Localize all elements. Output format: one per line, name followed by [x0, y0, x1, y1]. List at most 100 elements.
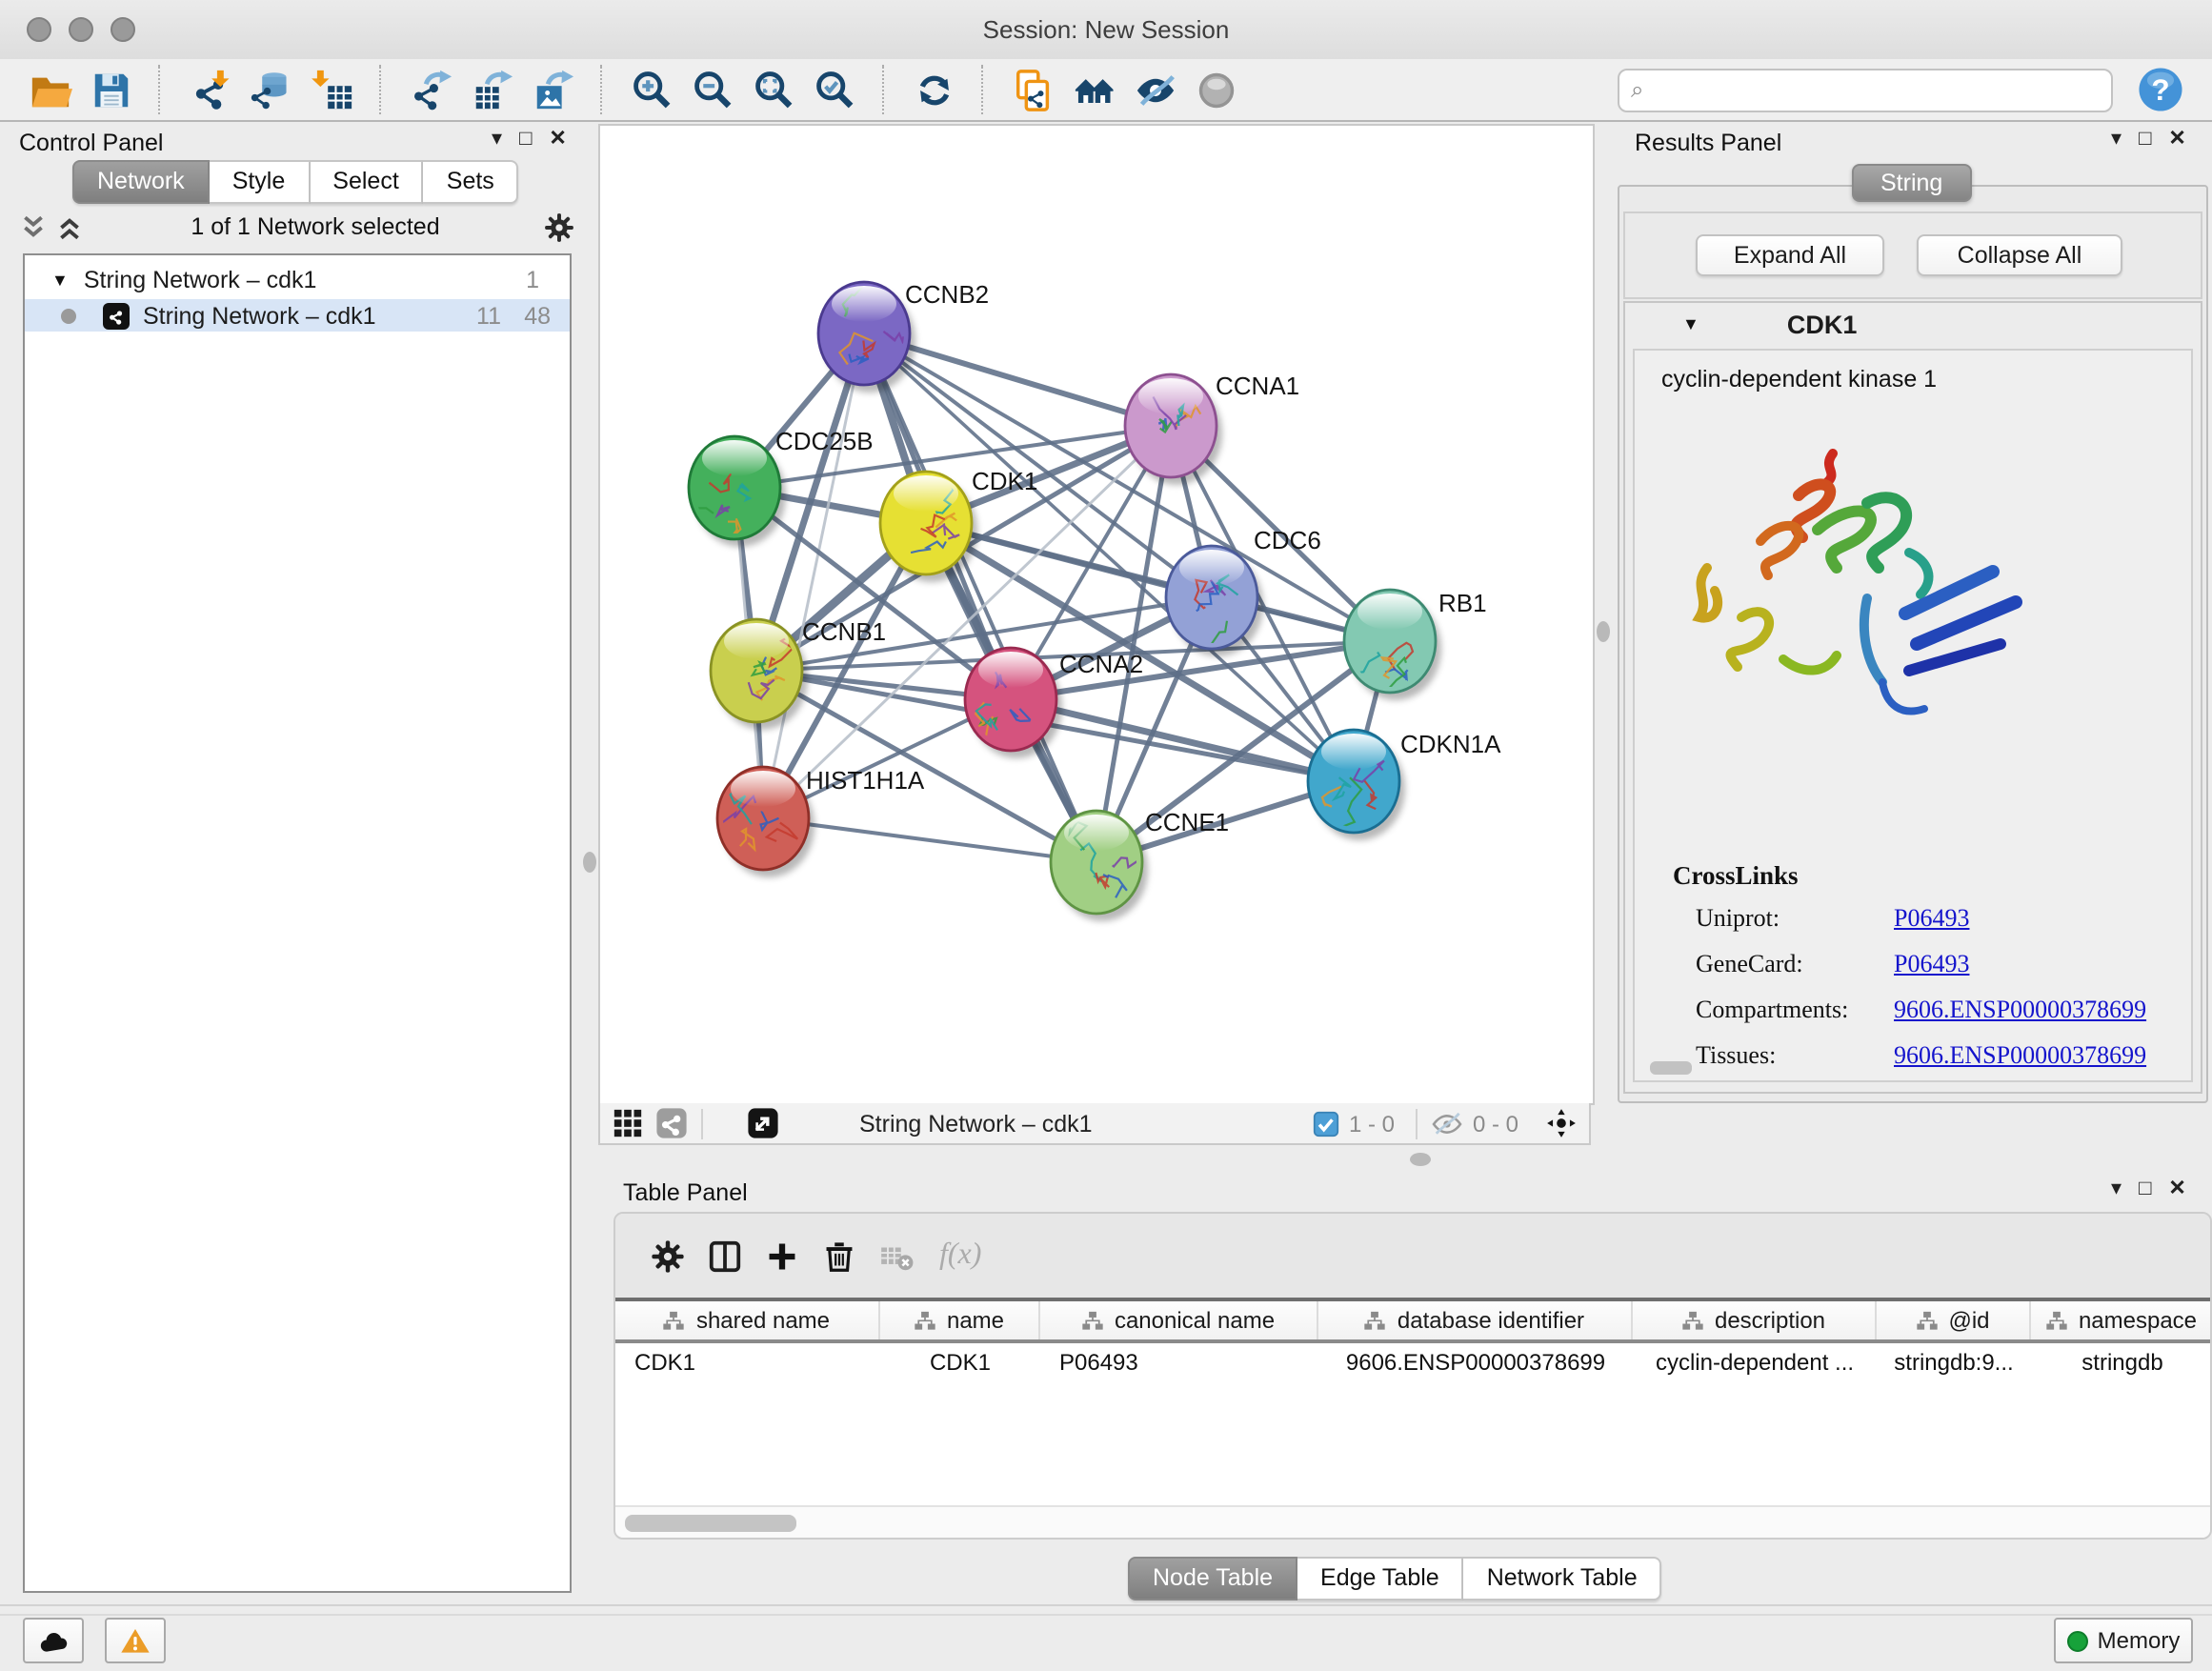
tab-network-table[interactable]: Network Table	[1464, 1557, 1662, 1601]
tab-select[interactable]: Select	[310, 160, 424, 204]
node-CDC25B[interactable]	[674, 436, 786, 547]
network-badge-icon[interactable]	[655, 1107, 688, 1139]
selected-checkbox-icon[interactable]	[1313, 1110, 1339, 1137]
duplicate-network-button[interactable]	[1002, 61, 1063, 118]
delete-row-icon[interactable]	[814, 1231, 863, 1280]
tab-style[interactable]: Style	[210, 160, 311, 204]
export-network-button[interactable]	[400, 61, 461, 118]
first-neighbors-button[interactable]	[1063, 61, 1124, 118]
expand-all-button[interactable]: Expand All	[1696, 234, 1884, 276]
show-columns-icon[interactable]	[699, 1231, 749, 1280]
table-panel-collapse-icon[interactable]: ▾	[2111, 1176, 2122, 1200]
table-panel-close-icon[interactable]: ✕	[2168, 1176, 2185, 1200]
tab-edge-table[interactable]: Edge Table	[1297, 1557, 1464, 1601]
network-collection-row[interactable]: ▼ String Network – cdk1 1	[25, 265, 570, 295]
table-cell[interactable]: P06493	[1040, 1349, 1318, 1376]
warnings-status-button[interactable]	[105, 1618, 166, 1663]
zoom-out-button[interactable]	[682, 61, 743, 118]
save-session-button[interactable]	[80, 61, 141, 118]
collapse-all-networks-icon[interactable]	[55, 214, 84, 239]
network-canvas[interactable]: CCNB2 CCNA1 CDC25B CDK1 CDC6 RB1	[598, 124, 1595, 1105]
crosslink-link[interactable]: 9606.ENSP00000378699	[1894, 1040, 2146, 1071]
gene-expander-icon[interactable]: ▼	[1682, 314, 1699, 333]
table-toolbar: f(x)	[615, 1214, 2210, 1298]
node-CDK1[interactable]	[880, 472, 977, 582]
node-CCNB2[interactable]	[818, 282, 915, 393]
node-CCNE1[interactable]	[1051, 810, 1148, 921]
collapse-all-button[interactable]: Collapse All	[1917, 234, 2122, 276]
add-row-icon[interactable]	[756, 1231, 806, 1280]
collection-expander-icon[interactable]: ▼	[51, 271, 69, 290]
results-panel-float-icon[interactable]: □	[2139, 127, 2151, 150]
crosslink-link[interactable]: P06493	[1894, 949, 1969, 979]
results-panel-collapse-icon[interactable]: ▾	[2111, 126, 2122, 151]
hide-selected-button[interactable]	[1124, 61, 1185, 118]
node-label-CDC6: CDC6	[1254, 526, 1321, 554]
node-RB1[interactable]	[1344, 590, 1441, 700]
apply-layout-button[interactable]	[903, 61, 964, 118]
table-panel-float-icon[interactable]: □	[2139, 1177, 2151, 1199]
zoom-fit-button[interactable]	[743, 61, 804, 118]
cloud-status-button[interactable]	[23, 1618, 84, 1663]
close-window-button[interactable]	[27, 17, 51, 42]
table-cell[interactable]: cyclin-dependent ...	[1633, 1349, 1877, 1376]
control-panel-close-icon[interactable]: ✕	[549, 126, 566, 151]
column-header-at-id[interactable]: @id	[1877, 1301, 2031, 1339]
control-panel-float-icon[interactable]: □	[519, 127, 532, 150]
grid-view-icon[interactable]	[612, 1107, 644, 1139]
results-scrollbar-thumb[interactable]	[1650, 1061, 1692, 1075]
birdseye-view-icon[interactable]	[1545, 1107, 1578, 1139]
column-header-namespace[interactable]: namespace	[2031, 1301, 2212, 1339]
hidden-eye-icon[interactable]	[1431, 1110, 1463, 1137]
node-CCNA1[interactable]	[1125, 374, 1222, 485]
crosslink-link[interactable]: 9606.ENSP00000378699	[1894, 995, 2146, 1025]
tab-sets[interactable]: Sets	[424, 160, 519, 204]
node-label-CCNB1: CCNB1	[802, 617, 886, 646]
export-image-button[interactable]	[522, 61, 583, 118]
node-CCNA2[interactable]	[965, 648, 1062, 758]
table-cell[interactable]: CDK1	[880, 1349, 1040, 1376]
column-header-description[interactable]: description	[1633, 1301, 1877, 1339]
crosslink-link[interactable]: P06493	[1894, 903, 1969, 934]
table-options-gear-icon[interactable]	[642, 1231, 692, 1280]
search-input[interactable]	[1651, 74, 2100, 105]
import-table-from-file-button[interactable]	[301, 61, 362, 118]
zoom-selected-button[interactable]	[804, 61, 865, 118]
expand-all-networks-icon[interactable]	[19, 214, 48, 239]
table-row[interactable]: CDK1CDK1P064939606.ENSP00000378699cyclin…	[615, 1343, 2210, 1381]
control-panel-collapse-icon[interactable]: ▾	[492, 126, 502, 151]
minimize-window-button[interactable]	[69, 17, 93, 42]
network-row-selected[interactable]: String Network – cdk1 11 48	[25, 299, 570, 332]
open-in-new-window-icon[interactable]	[747, 1107, 779, 1139]
column-type-icon	[1916, 1310, 1937, 1331]
node-CDKN1A[interactable]	[1308, 730, 1405, 840]
column-header-shared-name[interactable]: shared name	[615, 1301, 880, 1339]
bottom-splitter-handle[interactable]	[1410, 1153, 1431, 1166]
maximize-window-button[interactable]	[111, 17, 135, 42]
left-splitter-handle[interactable]	[583, 852, 596, 873]
help-button[interactable]: ?	[2136, 65, 2185, 114]
table-cell[interactable]: stringdb	[2031, 1349, 2212, 1376]
import-network-from-database-button[interactable]	[240, 61, 301, 118]
table-cell[interactable]: 9606.ENSP00000378699	[1318, 1349, 1633, 1376]
open-session-button[interactable]	[19, 61, 80, 118]
memory-status-button[interactable]: Memory	[2054, 1618, 2193, 1663]
zoom-in-button[interactable]	[621, 61, 682, 118]
column-header-name[interactable]: name	[880, 1301, 1040, 1339]
results-panel-close-icon[interactable]: ✕	[2168, 126, 2185, 151]
tab-network[interactable]: Network	[72, 160, 210, 204]
table-cell[interactable]: CDK1	[615, 1349, 880, 1376]
network-options-gear-icon[interactable]	[543, 211, 575, 243]
column-header-label: description	[1715, 1307, 1825, 1334]
table-cell[interactable]: stringdb:9...	[1877, 1349, 2031, 1376]
search-box[interactable]: ⌕	[1618, 68, 2113, 111]
import-network-from-file-button[interactable]	[179, 61, 240, 118]
right-splitter-handle[interactable]	[1597, 621, 1610, 642]
column-header-database-identifier[interactable]: database identifier	[1318, 1301, 1633, 1339]
results-tab-string[interactable]: String	[1852, 164, 1971, 202]
tab-node-table[interactable]: Node Table	[1128, 1557, 1297, 1601]
export-table-button[interactable]	[461, 61, 522, 118]
column-header-canonical-name[interactable]: canonical name	[1040, 1301, 1318, 1339]
export-table-icon	[470, 68, 513, 111]
table-hscrollbar-thumb[interactable]	[625, 1515, 796, 1532]
